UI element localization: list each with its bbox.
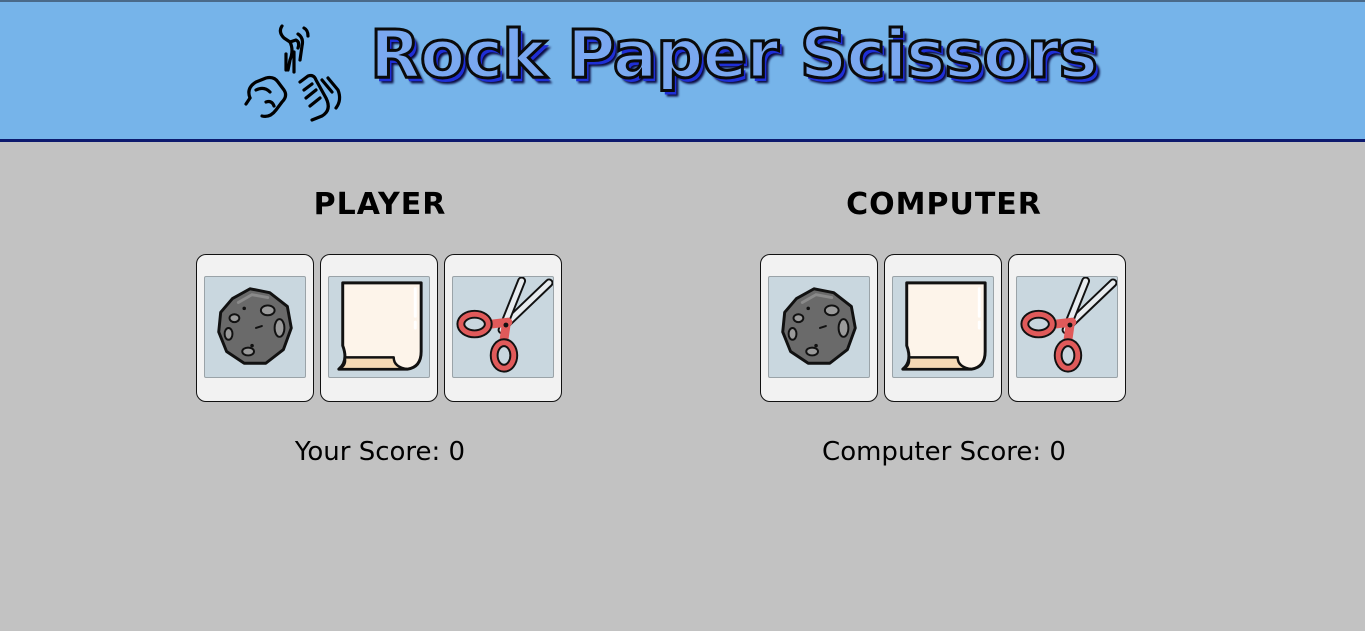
computer-heading: COMPUTER	[846, 187, 1042, 222]
game-title: Rock Paper Scissors	[369, 16, 1100, 93]
player-score: Your Score: 0	[294, 437, 466, 467]
player-heading: PLAYER	[313, 187, 447, 222]
computer-score: Computer Score: 0	[822, 437, 1066, 467]
rock-icon	[768, 276, 870, 378]
hands-rock-paper-scissors-icon	[244, 24, 342, 122]
computer-paper-card	[884, 254, 1002, 402]
computer-rock-card	[760, 254, 878, 402]
player-panel: PLAYER Your Score: 0	[190, 184, 570, 470]
header: Rock Paper Scissors	[0, 0, 1365, 142]
player-paper-button[interactable]	[320, 254, 438, 402]
player-rock-button[interactable]	[196, 254, 314, 402]
player-scissors-button[interactable]	[444, 254, 562, 402]
computer-scissors-card	[1008, 254, 1126, 402]
paper-icon	[892, 276, 994, 378]
scissors-icon	[452, 276, 554, 378]
computer-panel: COMPUTER Computer Score: 0	[754, 184, 1134, 470]
paper-icon	[328, 276, 430, 378]
scissors-icon	[1016, 276, 1118, 378]
rock-icon	[204, 276, 306, 378]
player-choices	[190, 254, 570, 404]
computer-choices	[754, 254, 1134, 404]
